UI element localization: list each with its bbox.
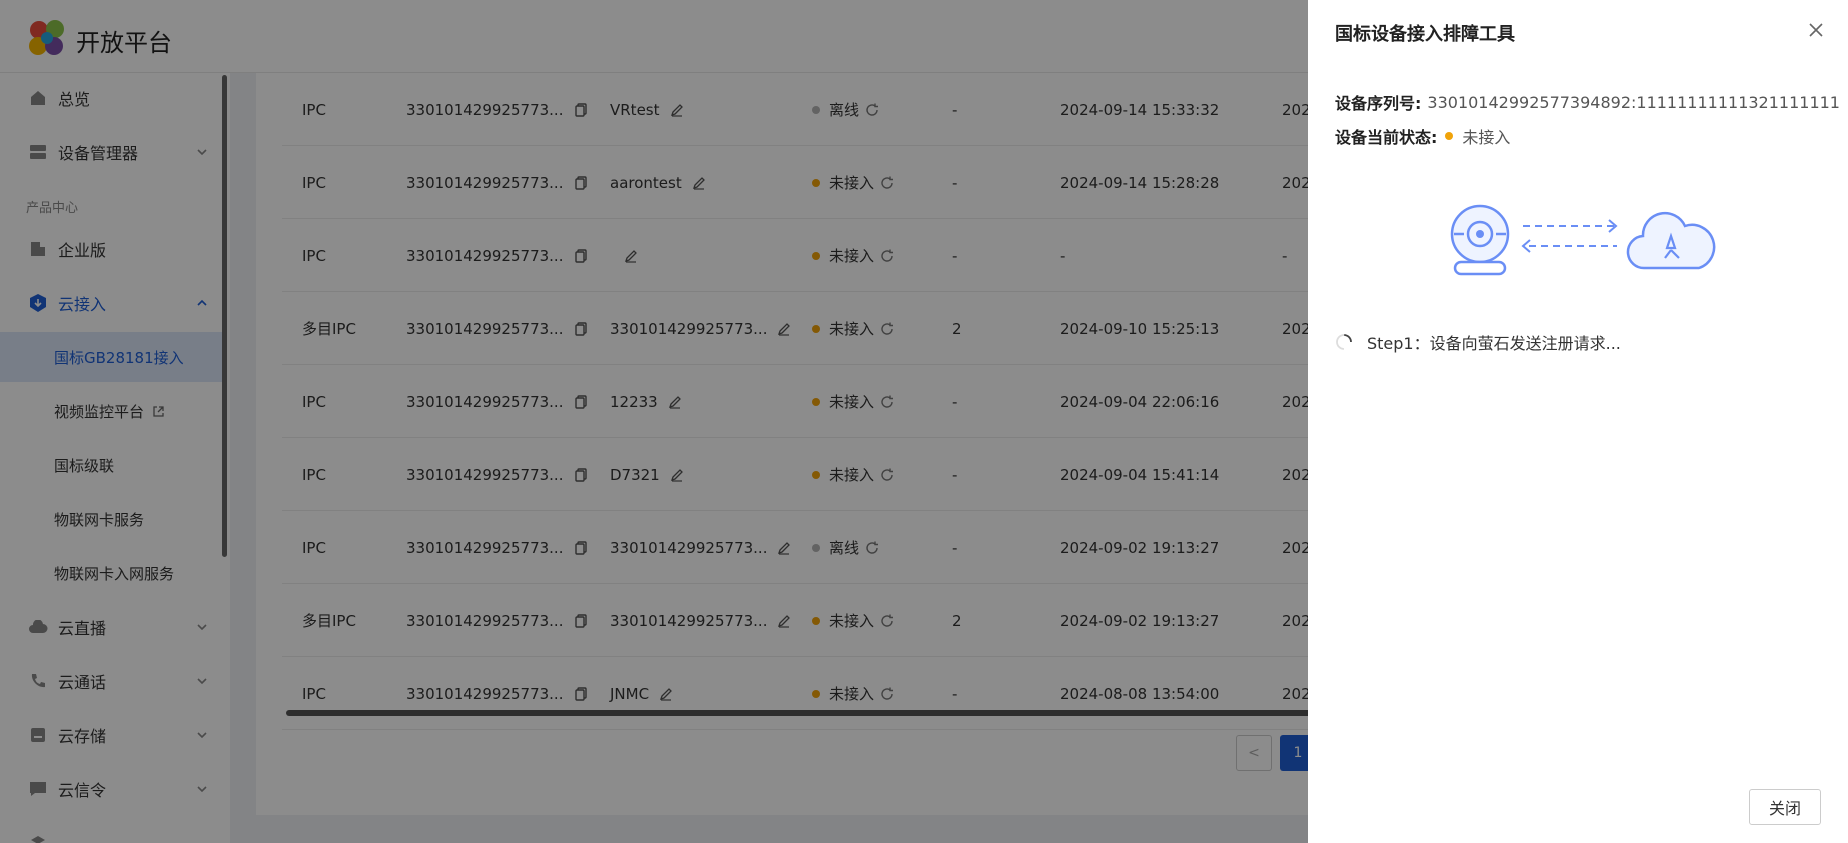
status-value: 未接入 [1462, 128, 1511, 147]
close-button[interactable]: 关闭 [1749, 789, 1821, 825]
camera-icon [1450, 204, 1510, 276]
status-dot [1445, 132, 1454, 140]
cloud-icon [1626, 211, 1716, 270]
arrows-icon [1521, 219, 1618, 253]
serial-value: 33010142992577394892:1111111111132111111… [1427, 92, 1840, 112]
serial-line: 设备序列号: 33010142992577394892:111111111113… [1335, 90, 1840, 114]
serial-label: 设备序列号: [1335, 94, 1422, 113]
status-label: 设备当前状态: [1335, 128, 1438, 147]
troubleshoot-drawer: 国标设备接入排障工具 设备序列号: 33010142992577394892:1… [1308, 0, 1848, 843]
step-status: Step1：设备向萤石发送注册请求... [1335, 330, 1621, 354]
close-icon[interactable] [1808, 22, 1824, 38]
step-text: Step1：设备向萤石发送注册请求... [1367, 334, 1621, 353]
device-to-cloud-illustration [1450, 204, 1716, 276]
status-line: 设备当前状态: 未接入 [1335, 124, 1510, 148]
drawer-title: 国标设备接入排障工具 [1335, 24, 1515, 45]
loading-spinner-icon [1336, 334, 1352, 350]
